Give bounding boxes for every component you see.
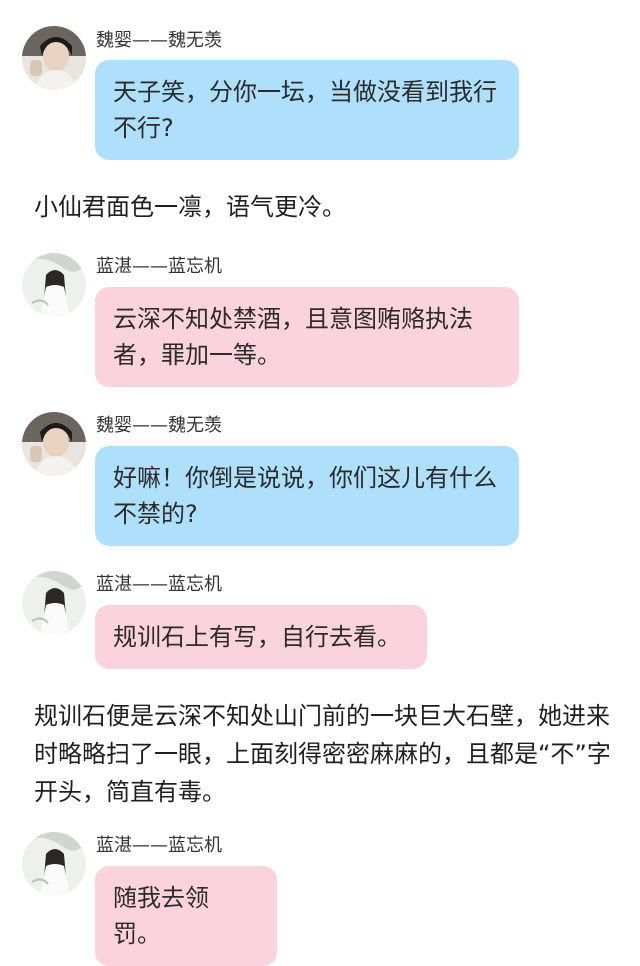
- lanzhan-avatar[interactable]: [22, 832, 86, 896]
- lanzhan-avatar[interactable]: [22, 571, 86, 635]
- speaker-name: 蓝湛——蓝忘机: [96, 835, 222, 856]
- narration-text: 小仙君面色一凛，语气更冷。: [34, 193, 346, 221]
- message-bubble[interactable]: 天子笑，分你一坛，当做没看到我行不行?: [95, 60, 519, 160]
- weiying-avatar[interactable]: [22, 412, 86, 476]
- narration-text: 规训石便是云深不知处山门前的一块巨大石壁，她进来时略略扫了一眼，上面刻得密密麻麻…: [34, 702, 611, 806]
- message-bubble[interactable]: 好嘛！你倒是说说，你们这儿有什么不禁的?: [95, 446, 519, 546]
- message-bubble[interactable]: 云深不知处禁酒，且意图贿赂执法者，罪加一等。: [95, 287, 519, 387]
- weiying-avatar[interactable]: [22, 26, 86, 90]
- speaker-name: 魏婴——魏无羡: [96, 415, 222, 436]
- speaker-name: 蓝湛——蓝忘机: [96, 256, 222, 277]
- lanzhan-avatar[interactable]: [22, 253, 86, 317]
- message-bubble[interactable]: 随我去领罚。: [95, 866, 277, 966]
- speaker-name: 魏婴——魏无羡: [96, 30, 222, 51]
- speaker-name: 蓝湛——蓝忘机: [96, 574, 222, 595]
- message-bubble[interactable]: 规训石上有写，自行去看。: [95, 605, 427, 669]
